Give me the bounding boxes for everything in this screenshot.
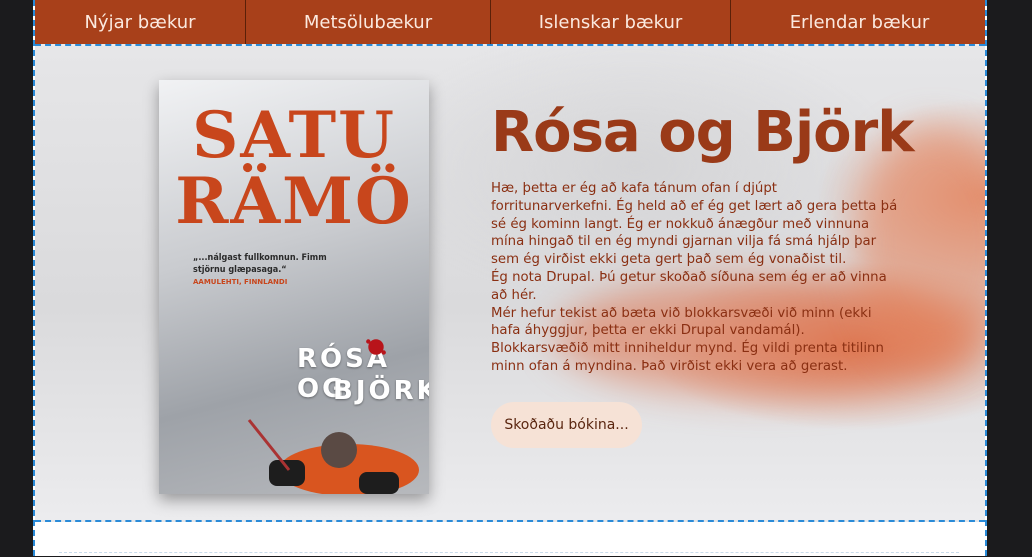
book-title: Rósa og Björk: [491, 100, 914, 165]
hero-banner: SATU RÄMÖ „...nálgast fullkomnun. Fimm s…: [35, 44, 985, 522]
main-nav: Nýjar bækur Metsölubækur Islenskar bækur…: [35, 0, 985, 44]
blood-splatter-icon: [366, 339, 386, 355]
next-section: [35, 522, 985, 556]
nav-item-icelandic-books[interactable]: Islenskar bækur: [491, 0, 731, 44]
description-paragraph: Ég nota Drupal. Þú getur skoðað síðuna s…: [491, 269, 887, 303]
book-description: Hæ, þetta er ég að kafa tánum ofan í djú…: [491, 180, 901, 376]
cover-author-last: RÄMÖ: [175, 164, 413, 239]
next-section-divider: [59, 552, 959, 557]
nav-item-new-books[interactable]: Nýjar bækur: [35, 0, 246, 44]
description-paragraph: Mér hefur tekist að bæta við blokkarsvæð…: [491, 305, 884, 374]
cover-quote: „...nálgast fullkomnun. Fimm stjörnu glæ…: [193, 253, 327, 275]
book-cover[interactable]: SATU RÄMÖ „...nálgast fullkomnun. Fimm s…: [159, 80, 429, 494]
view-book-button[interactable]: Skoðaðu bókina...: [491, 402, 642, 448]
description-paragraph: Hæ, þetta er ég að kafa tánum ofan í djú…: [491, 181, 898, 268]
nav-item-bestsellers[interactable]: Metsölubækur: [246, 0, 491, 44]
cover-illustration: [247, 419, 419, 494]
cover-author-first: SATU: [192, 98, 396, 173]
cover-title-second: BJÖRK: [333, 376, 429, 406]
nav-item-foreign-books[interactable]: Erlendar bækur: [731, 0, 988, 44]
cover-quote-source: AAMULEHTI, FINNLANDI: [193, 278, 288, 286]
